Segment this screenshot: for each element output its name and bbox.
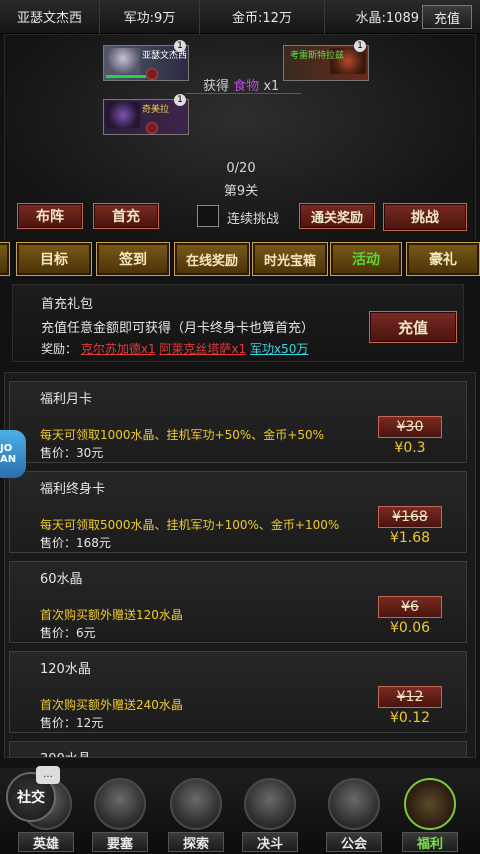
item-title: 60水晶 bbox=[40, 572, 83, 587]
list-item: 120水晶 首次购买额外赠送240水晶 售价：12元 ¥12 ¥0.12 bbox=[9, 651, 467, 733]
loot-item: 食物 bbox=[233, 79, 260, 94]
battle-panel: 亚瑟文杰西 1 考雷斯特拉兹 1 奇美拉 1 获得 食物 x1 0/20 第9关… bbox=[4, 34, 476, 242]
list-item: 福利月卡 每天可领取1000水晶、挂机军功+50%、金币+50% 售价：30元 … bbox=[9, 381, 467, 463]
tab-gift[interactable]: 豪礼 bbox=[406, 242, 480, 276]
gold-counter: 金币:12万 bbox=[200, 0, 325, 34]
recharge-button[interactable]: 充值 bbox=[369, 311, 457, 343]
item-desc: 每天可领取1000水晶、挂机军功+50%、金币+50% bbox=[40, 428, 324, 442]
reward-label: 奖励： bbox=[41, 342, 78, 356]
clear-reward-button[interactable]: 通关奖励 bbox=[299, 203, 375, 229]
enemy-level-badge: 1 bbox=[354, 40, 366, 52]
stage-progress: 0/20 bbox=[226, 161, 256, 176]
list-item: 300水晶 bbox=[9, 741, 467, 757]
player-name[interactable]: 亚瑟文杰西 bbox=[0, 0, 100, 34]
tab-partial[interactable] bbox=[0, 242, 10, 276]
reward-item[interactable]: 阿莱克丝塔萨x1 bbox=[159, 342, 246, 356]
fortress-icon bbox=[94, 778, 146, 830]
hero-card-player[interactable]: 亚瑟文杰西 1 bbox=[103, 40, 189, 81]
tab-activity[interactable]: 活动 bbox=[330, 242, 402, 276]
item-price: 售价：12元 bbox=[40, 716, 104, 730]
hero-level-badge: 1 bbox=[174, 94, 186, 106]
item-title: 300水晶 bbox=[40, 748, 91, 757]
item-title: 福利终身卡 bbox=[40, 482, 106, 497]
welfare-list[interactable]: 福利月卡 每天可领取1000水晶、挂机军功+50%、金币+50% 售价：30元 … bbox=[4, 372, 476, 758]
item-price: 售价：30元 bbox=[40, 446, 104, 460]
loot-message: 获得 食物 x1 bbox=[203, 75, 279, 94]
tab-goal[interactable]: 目标 bbox=[16, 242, 92, 276]
buy-button[interactable]: ¥30 bbox=[378, 416, 442, 438]
top-status-bar: 亚瑟文杰西 军功:9万 金币:12万 水晶:1089 bbox=[0, 0, 480, 34]
loot-count: x1 bbox=[263, 79, 280, 94]
chat-bubble-icon[interactable]: ... bbox=[36, 766, 60, 784]
crossed-swords-icon bbox=[244, 778, 296, 830]
merit-counter: 军功:9万 bbox=[100, 0, 200, 34]
sword-icon bbox=[146, 122, 158, 134]
nav-label: 公会 bbox=[326, 832, 382, 852]
hero-level-badge: 1 bbox=[174, 40, 186, 52]
hero-card-chimera[interactable]: 奇美拉 1 bbox=[103, 94, 189, 135]
item-title: 福利月卡 bbox=[40, 392, 93, 407]
tab-time-chest[interactable]: 时光宝箱 bbox=[252, 242, 328, 276]
discount-price: ¥1.68 bbox=[389, 530, 431, 546]
item-title: 120水晶 bbox=[40, 662, 91, 677]
challenge-button[interactable]: 挑战 bbox=[383, 203, 467, 231]
first-recharge-panel: 首充礼包 充值任意金额即可获得（月卡终身卡也算首充） 奖励： 克尔苏加德x1 阿… bbox=[12, 284, 464, 362]
nav-label: 英雄 bbox=[18, 832, 74, 852]
buy-button[interactable]: ¥168 bbox=[378, 506, 442, 528]
item-price: 售价：168元 bbox=[40, 536, 111, 550]
item-desc: 首次购买额外赠送120水晶 bbox=[40, 608, 183, 622]
hero-name: 奇美拉 bbox=[142, 105, 170, 115]
item-price: 售价：6元 bbox=[40, 626, 96, 640]
nav-label: 决斗 bbox=[242, 832, 298, 852]
nav-label: 探索 bbox=[168, 832, 224, 852]
side-event-badge[interactable]: JO AN bbox=[0, 430, 26, 478]
nav-label: 要塞 bbox=[92, 832, 148, 852]
reward-item[interactable]: 克尔苏加德x1 bbox=[81, 342, 156, 356]
bottom-nav: 英雄 要塞 探索 决斗 公会 福利 bbox=[0, 768, 480, 854]
first-recharge-rewards: 奖励： 克尔苏加德x1 阿莱克丝塔萨x1 军功x50万 bbox=[41, 340, 308, 357]
feature-tab-row: 目标 签到 在线奖励 时光宝箱 活动 豪礼 bbox=[0, 240, 480, 278]
loot-prefix: 获得 bbox=[203, 79, 230, 94]
buy-button[interactable]: ¥6 bbox=[378, 596, 442, 618]
continuous-challenge-checkbox[interactable] bbox=[197, 205, 219, 227]
list-item: 60水晶 首次购买额外赠送120水晶 售价：6元 ¥6 ¥0.06 bbox=[9, 561, 467, 643]
discount-price: ¥0.06 bbox=[389, 620, 431, 636]
hero-portrait bbox=[106, 48, 140, 74]
sword-icon bbox=[146, 68, 158, 80]
crystal-counter: 水晶:1089 bbox=[355, 11, 419, 26]
buy-button[interactable]: ¥12 bbox=[378, 686, 442, 708]
item-desc: 首次购买额外赠送240水晶 bbox=[40, 698, 183, 712]
welfare-icon bbox=[404, 778, 456, 830]
guild-icon bbox=[328, 778, 380, 830]
first-recharge-button[interactable]: 首充 bbox=[93, 203, 159, 229]
nav-guild[interactable]: 公会 bbox=[322, 778, 386, 852]
nav-duel[interactable]: 决斗 bbox=[238, 778, 302, 852]
nav-fortress[interactable]: 要塞 bbox=[88, 778, 152, 852]
nav-welfare[interactable]: 福利 bbox=[398, 778, 462, 852]
continuous-challenge-label: 连续挑战 bbox=[227, 212, 280, 227]
list-item: 福利终身卡 每天可领取5000水晶、挂机军功+100%、金币+100% 售价：1… bbox=[9, 471, 467, 553]
tab-online-reward[interactable]: 在线奖励 bbox=[174, 242, 250, 276]
discount-price: ¥0.3 bbox=[394, 440, 426, 456]
discount-price: ¥0.12 bbox=[389, 710, 431, 726]
tab-signin[interactable]: 签到 bbox=[96, 242, 170, 276]
stage-number: 第9关 bbox=[223, 184, 259, 199]
reward-item[interactable]: 军功x50万 bbox=[250, 342, 308, 356]
hp-bar bbox=[106, 75, 146, 78]
enemy-name: 考雷斯特拉兹 bbox=[290, 51, 345, 61]
nav-label: 福利 bbox=[402, 832, 458, 852]
nav-explore[interactable]: 探索 bbox=[164, 778, 228, 852]
hero-card-enemy[interactable]: 考雷斯特拉兹 1 bbox=[283, 40, 369, 81]
lineup-button[interactable]: 布阵 bbox=[17, 203, 83, 229]
hero-portrait bbox=[106, 102, 140, 128]
first-recharge-desc: 充值任意金额即可获得（月卡终身卡也算首充） bbox=[41, 321, 315, 336]
first-recharge-title: 首充礼包 bbox=[41, 297, 94, 312]
divider bbox=[185, 93, 301, 94]
item-desc: 每天可领取5000水晶、挂机军功+100%、金币+100% bbox=[40, 518, 340, 532]
top-recharge-button[interactable]: 充值 bbox=[422, 5, 472, 29]
explore-icon bbox=[170, 778, 222, 830]
